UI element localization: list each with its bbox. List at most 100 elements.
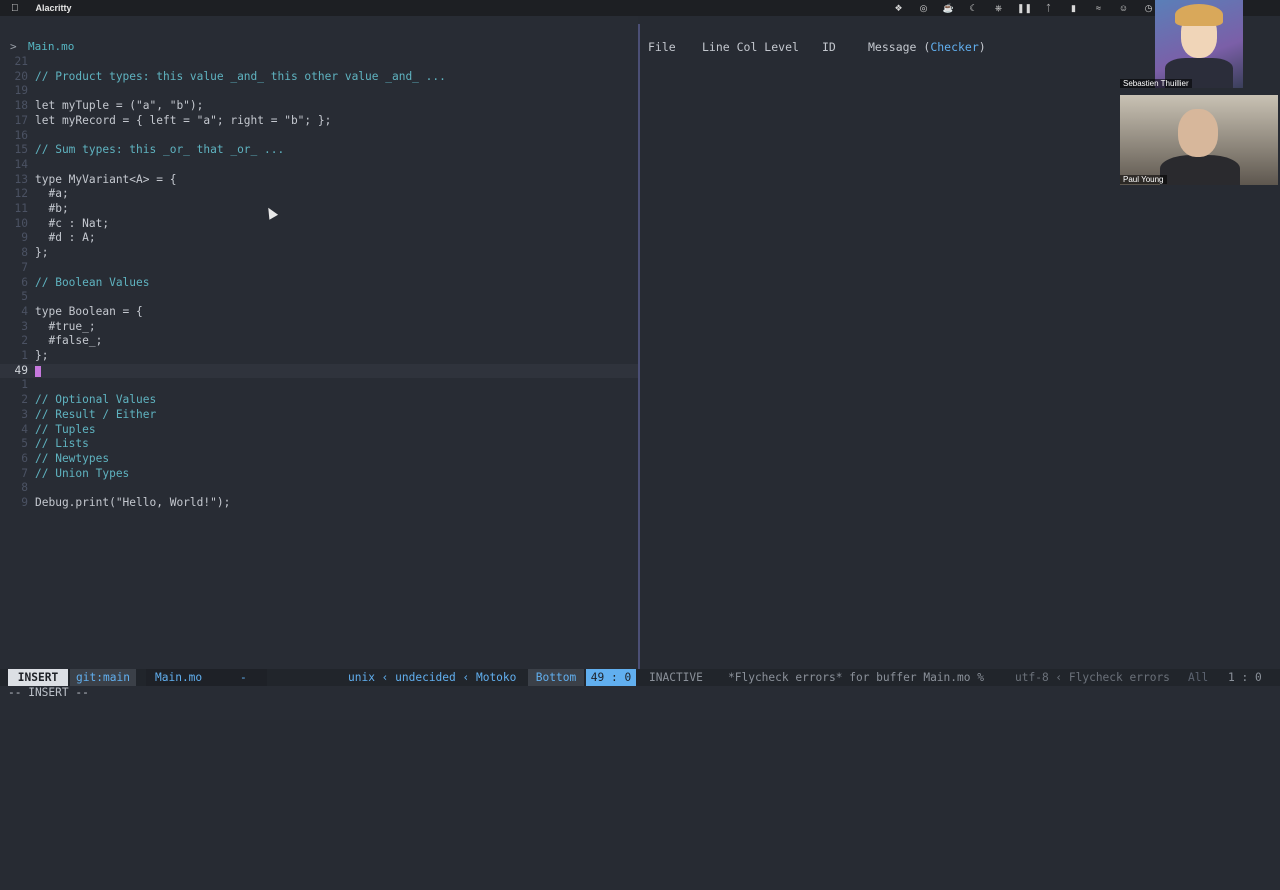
code-line[interactable]: 9 #d : A;: [0, 231, 638, 246]
code-line[interactable]: 6 // Newtypes: [0, 452, 638, 467]
video-tile-1[interactable]: [1155, 0, 1243, 88]
column-message[interactable]: Message (Checker): [868, 40, 986, 54]
avatar-hair: [1175, 4, 1223, 26]
minibuffer[interactable]: -- INSERT --: [0, 686, 1280, 720]
line-number: 13: [14, 172, 28, 186]
code-line[interactable]: 7: [0, 261, 638, 276]
coffee-icon[interactable]: ☕: [942, 3, 955, 14]
apple-icon[interactable]: : [11, 3, 19, 14]
code-line[interactable]: 1};: [0, 349, 638, 364]
cursor-position: 49 : 0: [586, 669, 636, 686]
code-comment: // Sum types: this _or_ that _or_ ...: [35, 143, 285, 157]
line-number: 1: [21, 378, 28, 392]
scroll-indicator: Bottom: [528, 669, 584, 686]
code-line[interactable]: 18 let myTuple = ("a", "b");: [0, 99, 638, 114]
clock-icon[interactable]: ◷: [1142, 3, 1155, 14]
code-line[interactable]: 9 Debug.print("Hello, World!");: [0, 496, 638, 511]
code-comment: // Boolean Values: [35, 275, 150, 289]
code-comment: // Optional Values: [35, 393, 157, 407]
code-line[interactable]: 13 type MyVariant<A> = {: [0, 173, 638, 188]
circle-icon[interactable]: ◎: [917, 3, 930, 14]
line-number: 6: [21, 451, 28, 465]
code-line[interactable]: 20 // Product types: this value _and_ thi…: [0, 70, 638, 85]
mode-indicator: INSERT: [8, 669, 68, 686]
code-line[interactable]: 4 // Tuples: [0, 423, 638, 438]
code-line[interactable]: 8: [0, 481, 638, 496]
line-number: 4: [21, 304, 28, 318]
line-number: 7: [21, 466, 28, 480]
menu-bar:  Alacritty ❖ ◎ ☕ ☾ ⎈ ❚❚ ᛏ ▮ ≈ ☺ ◷: [0, 0, 1280, 16]
code-line[interactable]: 14: [0, 158, 638, 173]
current-line[interactable]: 49: [0, 363, 638, 379]
code-text: let myRecord = { left = "a"; right = "b"…: [35, 113, 332, 127]
minibuffer-text: -- INSERT --: [8, 686, 89, 699]
line-number: 14: [14, 157, 28, 171]
status-bar: INSERT git:main Main.mo - unix ‹ undecid…: [0, 669, 1280, 686]
code-text: #c : Nat;: [35, 216, 110, 230]
right-encoding-info[interactable]: utf-8 ‹ Flycheck errors: [1015, 669, 1170, 686]
app-name[interactable]: Alacritty: [36, 3, 72, 13]
code-line[interactable]: 7 // Union Types: [0, 467, 638, 482]
column-id[interactable]: ID: [822, 40, 836, 54]
code-text: #a;: [35, 187, 69, 201]
code-line[interactable]: 5: [0, 290, 638, 305]
code-line[interactable]: 3 #true_;: [0, 320, 638, 335]
code-line[interactable]: 16: [0, 129, 638, 144]
code-text: #true_;: [35, 319, 96, 333]
code-line[interactable]: 4 type Boolean = {: [0, 305, 638, 320]
code-comment: // Lists: [35, 437, 89, 451]
participant-body: [1160, 155, 1240, 185]
participant-name-2: Paul Young: [1120, 175, 1167, 184]
editor-pane[interactable]: > Main.mo 21 20// Product types: this val…: [0, 16, 638, 669]
flycheck-errors-pane[interactable]: File Line Col Level ID Message (Checker): [640, 16, 1120, 669]
dropbox-icon[interactable]: ❖: [892, 3, 905, 14]
code-comment: // Product types: this value _and_ this …: [35, 69, 446, 83]
code-line[interactable]: 1: [0, 378, 638, 393]
battery-icon[interactable]: ▮: [1067, 3, 1080, 14]
encoding-info[interactable]: unix ‹ undecided ‹ Motoko: [348, 669, 516, 686]
line-number: 5: [21, 290, 28, 304]
status-file-name[interactable]: Main.mo: [146, 669, 267, 686]
code-text: #d : A;: [35, 231, 96, 245]
code-line[interactable]: 10 #c : Nat;: [0, 217, 638, 232]
close-paren: ): [978, 40, 986, 54]
code-line[interactable]: 2 #false_;: [0, 334, 638, 349]
pause-icon[interactable]: ❚❚: [1017, 3, 1032, 14]
line-number: 49: [14, 363, 28, 377]
column-file[interactable]: File: [648, 40, 676, 54]
code-line[interactable]: 15 // Sum types: this _or_ that _or_ ...: [0, 143, 638, 158]
code-line[interactable]: 5 // Lists: [0, 437, 638, 452]
text-cursor: [35, 365, 41, 377]
user-icon[interactable]: ☺: [1117, 3, 1130, 13]
modified-indicator: -: [240, 671, 247, 684]
bluetooth-icon[interactable]: ᛏ: [1042, 3, 1055, 13]
code-line[interactable]: 3 // Result / Either: [0, 408, 638, 423]
git-branch[interactable]: git:main: [70, 669, 136, 686]
code-line[interactable]: 6 // Boolean Values: [0, 276, 638, 291]
editor-file-name[interactable]: Main.mo: [28, 40, 74, 53]
code-line[interactable]: 21: [0, 55, 638, 70]
code-line[interactable]: 12 #a;: [0, 187, 638, 202]
wifi-icon[interactable]: ≈: [1092, 3, 1105, 13]
code-text: #false_;: [35, 334, 103, 348]
flycheck-buffer-name[interactable]: *Flycheck errors* for buffer Main.mo %: [728, 669, 984, 686]
line-number: 4: [21, 422, 28, 436]
line-number: 11: [14, 202, 28, 215]
code-text: };: [35, 349, 49, 362]
code-text: #b;: [35, 202, 69, 215]
fork-icon[interactable]: ⎈: [992, 3, 1005, 14]
column-line-col-level[interactable]: Line Col Level: [702, 40, 799, 54]
moon-icon[interactable]: ☾: [967, 3, 980, 14]
code-line[interactable]: 8};: [0, 246, 638, 261]
code-line[interactable]: 2 // Optional Values: [0, 393, 638, 408]
code-line[interactable]: 17 let myRecord = { left = "a"; right = "…: [0, 114, 638, 129]
code-text: type MyVariant<A> = {: [35, 172, 177, 186]
right-scroll-indicator: All: [1188, 671, 1209, 684]
right-cursor-position: 1 : 0: [1228, 671, 1262, 684]
code-line[interactable]: 19: [0, 84, 638, 99]
code-comment: // Tuples: [35, 422, 96, 436]
line-number: 8: [21, 481, 28, 495]
video-tile-2[interactable]: [1120, 95, 1278, 185]
code-line[interactable]: 11 #b;: [0, 202, 638, 217]
participant-face: [1178, 109, 1218, 157]
